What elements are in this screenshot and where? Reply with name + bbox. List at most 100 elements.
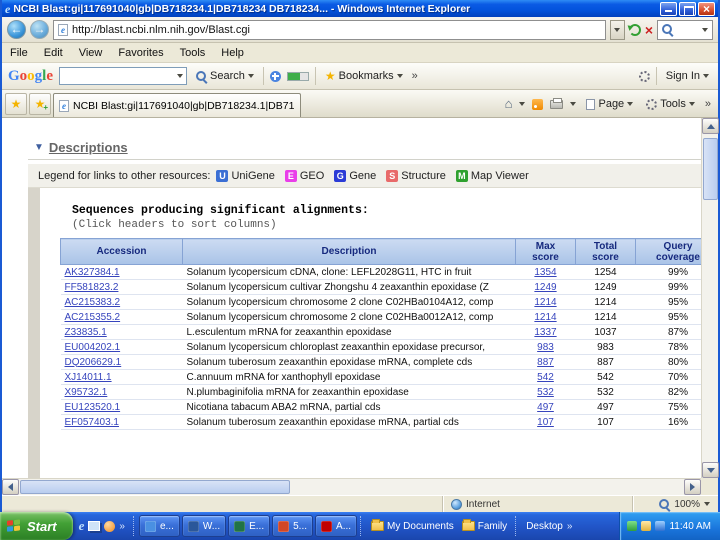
menu-item[interactable]: File [10,47,28,59]
scroll-down-button[interactable] [702,462,719,478]
max-score-link[interactable]: 1249 [534,282,556,293]
add-icon[interactable] [270,71,281,82]
vertical-scrollbar[interactable] [701,118,718,478]
column-header[interactable]: Max score [516,239,576,265]
print-icon[interactable] [550,100,563,109]
stop-button[interactable]: × [645,23,653,37]
vertical-scrollbar-thumb[interactable] [703,138,718,200]
accession-link[interactable]: DQ206629.1 [65,357,122,368]
taskbar-window-button[interactable]: A... [315,515,357,537]
google-search-button[interactable]: Search [193,68,257,84]
max-score-link[interactable]: 1214 [534,297,556,308]
command-bar-overflow-button[interactable]: » [705,98,711,110]
max-score-link[interactable]: 542 [537,372,554,383]
network-icon[interactable] [655,521,665,531]
quick-launch-overflow[interactable]: » [119,521,125,532]
tools-menu-button[interactable]: Tools [643,96,698,112]
scroll-right-button[interactable] [684,479,701,495]
accession-link[interactable]: EF057403.1 [65,417,120,428]
column-header[interactable]: Description [183,239,516,265]
pagerank-icon[interactable] [287,72,309,81]
back-button[interactable] [7,20,26,39]
resource-badge-icon[interactable]: E [285,170,297,182]
section-title[interactable]: Descriptions [49,140,128,155]
close-button[interactable] [698,2,715,16]
accession-link[interactable]: X95732.1 [65,387,108,398]
resource-badge-icon[interactable]: U [216,170,228,182]
home-icon[interactable]: ⌂ [505,98,513,110]
max-score-link[interactable]: 1337 [534,327,556,338]
accession-link[interactable]: AC215383.2 [65,297,121,308]
settings-gear-icon[interactable] [639,71,650,82]
clock[interactable]: 11:40 AM [669,521,711,532]
max-score-link[interactable]: 887 [537,357,554,368]
refresh-button[interactable] [629,24,641,36]
security-shield-icon[interactable] [627,521,637,531]
chevron-down-icon[interactable] [177,74,183,78]
max-score-link[interactable]: 532 [537,387,554,398]
max-score-link[interactable]: 1354 [534,267,556,278]
accession-link[interactable]: EU004202.1 [65,342,121,353]
chevron-down-icon[interactable] [519,102,525,106]
zoom-control[interactable]: 100% [632,496,718,512]
forward-button[interactable] [30,20,49,39]
accession-link[interactable]: XJ14011.1 [65,372,112,383]
page-menu-button[interactable]: Page [583,96,636,112]
resource-badge-icon[interactable]: M [456,170,468,182]
sign-in-button[interactable]: Sign In [663,68,712,84]
taskbar-link[interactable]: Family [462,521,507,532]
column-header[interactable]: Accession [61,239,183,265]
media-player-icon[interactable] [104,521,115,532]
max-score-link[interactable]: 107 [537,417,554,428]
add-favorite-button[interactable]: ★+ [29,93,51,115]
taskbar-window-button[interactable]: E... [228,515,270,537]
max-score-link[interactable]: 1214 [534,312,556,323]
ie-quicklaunch-icon[interactable]: e [79,518,85,534]
max-score-link[interactable]: 983 [537,342,554,353]
start-button[interactable]: Start [0,512,73,540]
horizontal-scrollbar[interactable] [2,478,701,495]
resource-badge-icon[interactable]: G [334,170,346,182]
bookmarks-button[interactable]: ★ Bookmarks [322,68,406,84]
address-bar[interactable]: e http://blast.ncbi.nlm.nih.gov/Blast.cg… [53,20,606,40]
desktop-toolbar-overflow[interactable]: » [567,521,573,532]
taskbar-window-button[interactable]: e... [139,515,180,537]
taskbar-window-button[interactable]: W... [182,515,226,537]
menu-item[interactable]: Edit [44,47,63,59]
active-tab[interactable]: e NCBI Blast:gi|117691040|gb|DB718234.1|… [53,93,301,117]
menu-item[interactable]: Tools [180,47,206,59]
accession-link[interactable]: AC215355.2 [65,312,121,323]
volume-icon[interactable] [641,521,651,531]
column-header[interactable]: Query coverage [636,239,702,265]
toolbar-overflow-button[interactable]: » [412,70,418,82]
column-header[interactable]: Total score [576,239,636,265]
taskbar-window-button[interactable]: 5... [272,515,313,537]
show-desktop-icon[interactable] [88,521,100,531]
scroll-up-button[interactable] [702,118,719,134]
scroll-left-button[interactable] [2,479,19,495]
menu-item[interactable]: Favorites [118,47,163,59]
desktop-toolbar[interactable]: Desktop » [520,521,578,532]
maximize-button[interactable] [679,2,696,16]
url-text[interactable]: http://blast.ncbi.nlm.nih.gov/Blast.cgi [72,24,601,36]
chevron-down-icon[interactable] [570,102,576,106]
resource-badge-icon[interactable]: S [386,170,398,182]
query-coverage-cell: 99% [636,280,702,295]
accession-link[interactable]: EU123520.1 [65,402,121,413]
menu-item[interactable]: View [79,47,103,59]
accession-link[interactable]: AK327384.1 [65,267,120,278]
chevron-down-icon[interactable] [702,28,708,32]
rss-feed-icon[interactable] [532,99,543,110]
accession-link[interactable]: FF581823.2 [65,282,119,293]
minimize-button[interactable] [660,2,677,16]
taskbar-link[interactable]: My Documents [371,521,454,532]
horizontal-scrollbar-thumb[interactable] [20,480,290,494]
accession-link[interactable]: Z33835.1 [65,327,107,338]
instant-search-box[interactable] [657,20,713,40]
menu-item[interactable]: Help [221,47,244,59]
section-collapse-icon[interactable] [34,143,44,153]
address-dropdown-button[interactable] [610,20,625,40]
max-score-link[interactable]: 497 [537,402,554,413]
favorites-button[interactable]: ★ [5,93,27,115]
google-search-input[interactable] [59,67,187,85]
